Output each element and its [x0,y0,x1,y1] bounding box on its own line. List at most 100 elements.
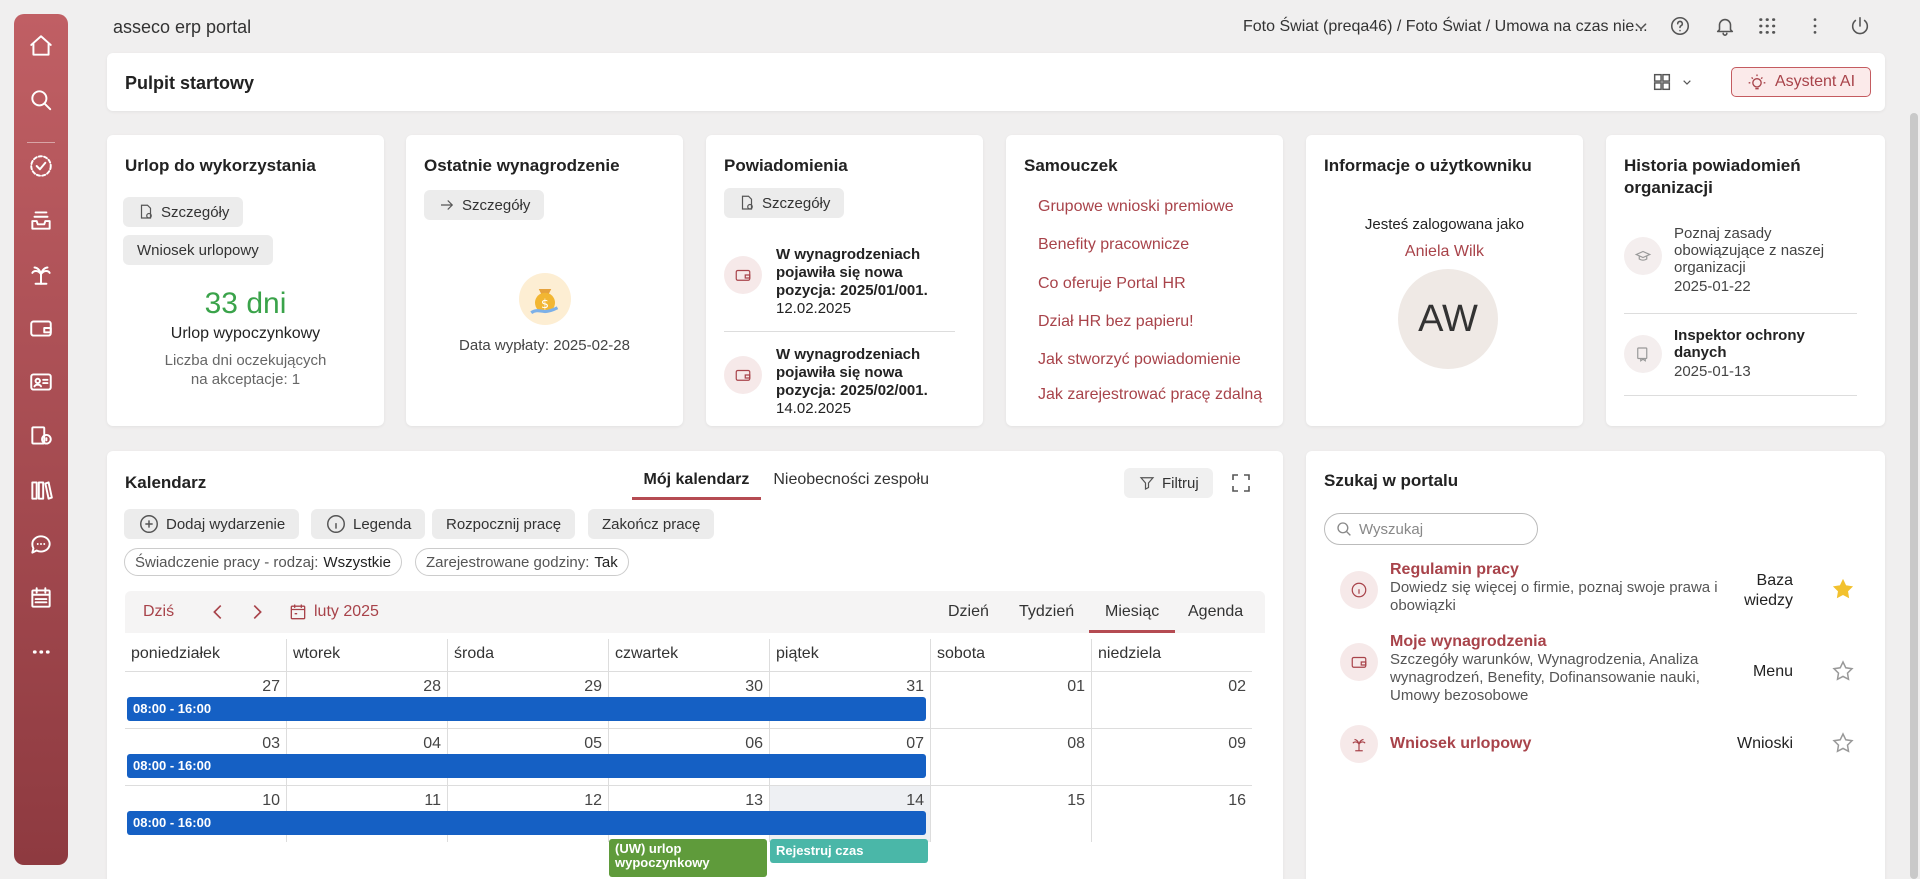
day-cell[interactable]: 01 [930,671,1091,728]
search-result-title[interactable]: Regulamin pracy [1390,561,1760,579]
star-outline-icon[interactable] [1831,659,1855,683]
leave-event-line: wypoczynkowy [615,855,710,870]
money-bag-icon: $ [519,273,571,325]
more-icon[interactable] [14,632,68,672]
calendar-title: Kalendarz [125,473,207,492]
calendar-tabs: Mój kalendarz Nieobecności zespołu [631,471,941,500]
library-icon[interactable] [14,470,68,510]
day-number: 10 [262,792,280,809]
day-cell[interactable]: 02 [1091,671,1252,728]
history-line: obowiązujące z naszej [1674,242,1825,259]
day-cell[interactable]: 15 [930,785,1091,842]
view-agenda[interactable]: Agenda [1188,603,1243,621]
legend-label: Legenda [353,515,412,533]
notification-line: W wynagrodzeniach [776,346,921,363]
registered-hours-filter-chip[interactable]: Zarejestrowane godziny: Tak [415,548,629,576]
tasks-check-icon[interactable] [14,146,68,186]
star-filled-icon[interactable] [1831,577,1855,601]
palm-tree-icon[interactable] [14,254,68,294]
salary-widget: Ostatnie wynagrodzenie Szczegóły $ Data … [406,135,683,426]
day-cell[interactable]: 16 [1091,785,1252,842]
work-type-filter-chip[interactable]: Świadczenie pracy - rodzaj: Wszystkie [124,548,402,576]
tutorial-link[interactable]: Grupowe wnioski premiowe [1038,198,1234,216]
ai-assistant-button[interactable]: Asystent AI [1731,67,1871,97]
tab-team-absences[interactable]: Nieobecności zespołu [761,471,941,500]
tutorial-widget-title: Samouczek [1024,156,1118,175]
search-result-title[interactable]: Wniosek urlopowy [1390,735,1531,753]
search-result-category: Baza wiedzy [1744,571,1793,611]
category-line: Baza [1756,572,1793,589]
today-button[interactable]: Dziś [143,603,174,621]
home-icon[interactable] [14,26,68,66]
graduation-cap-icon [1624,237,1662,275]
tutorial-link[interactable]: Benefity pracownicze [1038,236,1189,254]
help-icon[interactable] [1666,12,1694,40]
work-hours-event[interactable]: 08:00 - 16:00 [127,811,926,835]
ai-assistant-label: Asystent AI [1774,73,1856,90]
layout-switch-button[interactable] [1651,71,1695,93]
search-icon[interactable] [14,80,68,120]
bell-icon[interactable] [1711,12,1739,40]
context-breadcrumb[interactable]: Foto Świat (preqa46) / Foto Świat / Umow… [1243,18,1648,36]
view-month[interactable]: Miesiąc [1089,603,1176,633]
day-number: 28 [423,678,441,695]
notification-date: 12.02.2025 [776,300,852,317]
view-week[interactable]: Tydzień [1019,603,1074,621]
wallet-icon[interactable] [14,308,68,348]
salary-payout-date: Data wypłaty: 2025-02-28 [459,337,630,354]
day-number: 14 [906,792,924,809]
id-card-icon[interactable] [14,362,68,402]
chip-value: Tak [594,553,618,571]
notification-item[interactable]: W wynagrodzeniach pojawiła się nowa pozy… [724,346,955,418]
add-event-button[interactable]: Dodaj wydarzenie [124,509,300,539]
day-number: 11 [424,792,441,809]
lightbulb-icon [1748,74,1766,90]
fullscreen-icon[interactable] [1229,471,1253,500]
header-card: Pulpit startowy Asystent AI [107,53,1885,111]
notification-item[interactable]: W wynagrodzeniach pojawiła się nowa pozy… [724,246,955,318]
chat-icon[interactable] [14,524,68,564]
search-result-title[interactable]: Moje wynagrodzenia [1390,633,1760,651]
inbox-icon[interactable] [14,200,68,240]
leave-event[interactable]: (UW) urlop wypoczynkowy [609,839,767,877]
month-picker[interactable]: luty 2025 [288,602,379,622]
history-item[interactable]: Inspektor ochrony danych 2025-01-13 [1624,327,1857,380]
start-work-button[interactable]: Rozpocznij pracę [432,509,576,539]
tutorial-link[interactable]: Jak stworzyć powiadomienie [1038,351,1241,369]
work-hours-event[interactable]: 08:00 - 16:00 [127,697,926,721]
tab-my-calendar[interactable]: Mój kalendarz [631,471,762,500]
notification-text: W wynagrodzeniach pojawiła się nowa pozy… [776,246,928,318]
power-icon[interactable] [1846,12,1874,40]
notifications-details-button[interactable]: Szczegóły [724,188,845,218]
filter-button[interactable]: Filtruj [1124,468,1213,498]
calendar-icon[interactable] [14,578,68,618]
register-time-event[interactable]: Rejestruj czas [770,839,928,863]
documents-help-icon[interactable] [14,416,68,456]
apps-grid-icon[interactable] [1753,12,1781,40]
legend-button[interactable]: Legenda [311,509,426,539]
end-work-button[interactable]: Zakończ pracę [588,509,715,539]
day-cell[interactable]: 08 [930,728,1091,785]
history-item[interactable]: Poznaj zasady obowiązujące z naszej orga… [1624,225,1857,295]
leave-request-button[interactable]: Wniosek urlopowy [123,235,273,265]
chevron-left-icon[interactable] [207,601,229,628]
day-cell[interactable]: 09 [1091,728,1252,785]
leave-details-button[interactable]: Szczegóły [123,197,244,227]
tutorial-link[interactable]: Dział HR bez papieru! [1038,313,1194,331]
arrow-right-icon [441,200,454,210]
page-scrollbar[interactable] [1910,113,1918,879]
search-widget-title: Szukaj w portalu [1324,471,1459,490]
tutorial-link[interactable]: Co oferuje Portal HR [1038,275,1186,293]
search-input[interactable]: Wyszukaj [1324,513,1538,545]
view-day[interactable]: Dzień [948,603,989,621]
month-label: luty 2025 [314,603,379,620]
calendar-widget: Kalendarz Mój kalendarz Nieobecności zes… [107,451,1283,879]
weekday-header: poniedziałek [131,645,220,662]
salary-details-button[interactable]: Szczegóły [424,190,545,220]
star-outline-icon[interactable] [1831,731,1855,755]
chevron-down-icon[interactable] [1627,12,1655,40]
work-hours-event[interactable]: 08:00 - 16:00 [127,754,926,778]
chevron-right-icon[interactable] [246,601,268,628]
kebab-menu-icon[interactable] [1801,12,1829,40]
tutorial-link[interactable]: Jak zarejestrować pracę zdalną [1038,386,1262,404]
